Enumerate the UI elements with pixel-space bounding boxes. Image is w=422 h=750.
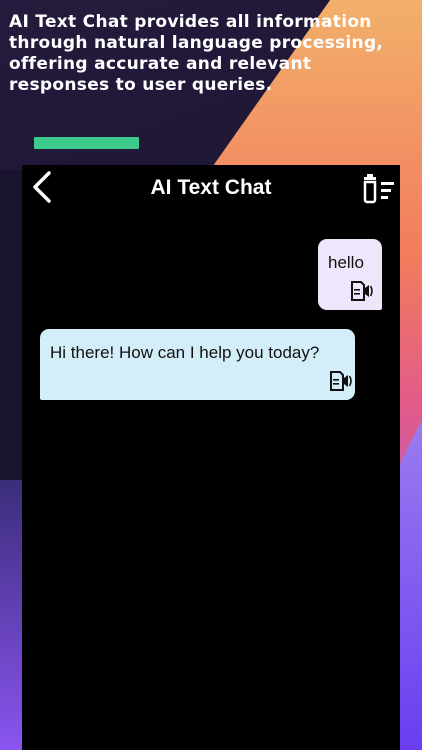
message-text: Hi there! How can I help you today? bbox=[50, 343, 320, 362]
promo-headline: AI Text Chat provides all information th… bbox=[9, 12, 384, 95]
speaker-icon[interactable] bbox=[329, 370, 353, 396]
page-title: AI Text Chat bbox=[150, 176, 272, 199]
chat-screen: AI Text Chat hello Hi there! How can I h… bbox=[22, 165, 400, 750]
trash-list-icon bbox=[360, 174, 398, 209]
user-message-bubble: hello bbox=[318, 239, 382, 310]
clear-chat-button[interactable] bbox=[360, 173, 398, 205]
speaker-icon[interactable] bbox=[350, 280, 374, 306]
promo-accent-bar bbox=[34, 137, 139, 149]
message-text: hello bbox=[328, 253, 364, 272]
top-bar: AI Text Chat bbox=[22, 165, 400, 213]
assistant-message-bubble: Hi there! How can I help you today? bbox=[40, 329, 355, 400]
